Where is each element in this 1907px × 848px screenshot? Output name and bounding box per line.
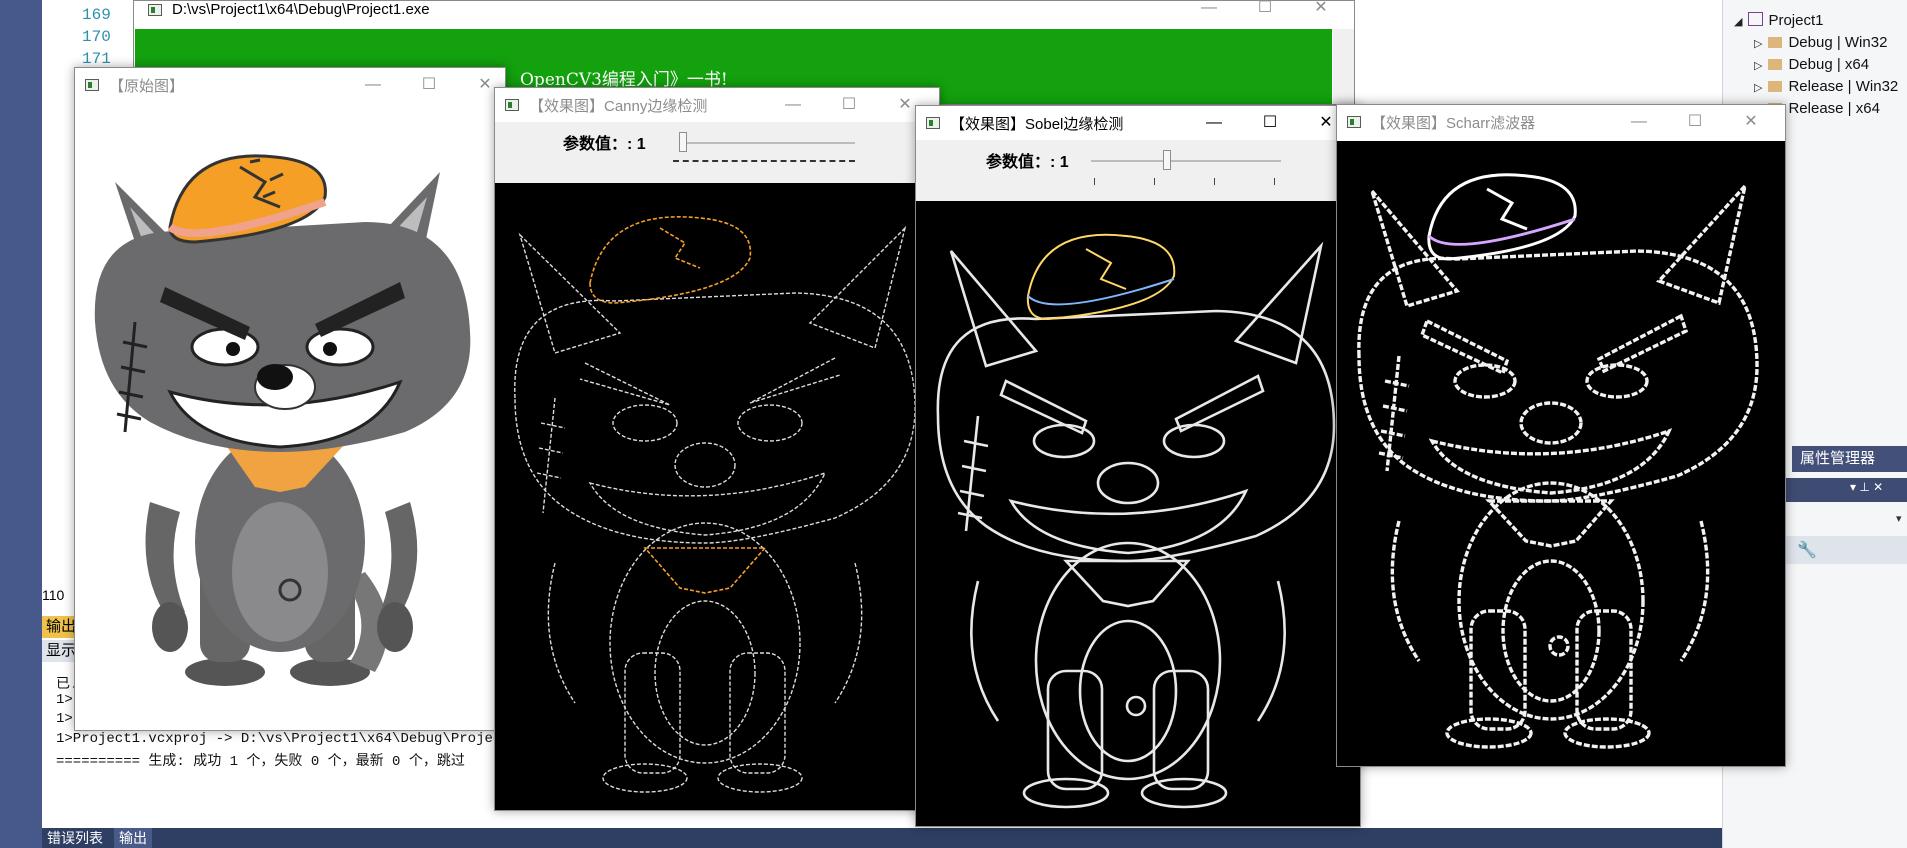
tree-item-config[interactable]: ▷ Release | Win32 — [1754, 78, 1898, 95]
tree-item-label: Release | Win32 — [1788, 78, 1899, 95]
wrench-icon[interactable]: 🔧 — [1797, 540, 1817, 560]
close-button[interactable]: ✕ — [1293, 0, 1349, 25]
minimize-button[interactable]: — — [345, 68, 401, 102]
window-title: 【原始图】 — [109, 78, 185, 95]
tab-output[interactable]: 输出 — [114, 828, 152, 848]
folder-icon — [1768, 37, 1783, 48]
console-scrollbar[interactable] — [1333, 29, 1354, 104]
trackbar-tick — [1214, 178, 1215, 185]
maximize-button[interactable]: ☐ — [1242, 106, 1298, 140]
minimize-button[interactable]: — — [1181, 0, 1237, 25]
trackbar-ticks — [673, 160, 855, 162]
collapse-icon[interactable]: ▷ — [1754, 38, 1762, 50]
window-titlebar[interactable]: 【原始图】 — ☐ ✕ — [75, 68, 505, 102]
trackbar-panel: 参数值：: 1 — [916, 140, 1360, 201]
collapse-icon[interactable]: ▷ — [1754, 60, 1762, 72]
tab-property-manager[interactable]: 属性管理器 — [1792, 446, 1907, 472]
ide-left-strip — [0, 0, 42, 848]
window-titlebar[interactable]: 【效果图】Canny边缘检测 — ☐ ✕ — [495, 88, 939, 122]
original-image — [75, 102, 505, 730]
window-titlebar[interactable]: 【效果图】Sobel边缘检测 — ☐ ✕ — [916, 106, 1360, 140]
trackbar-thumb[interactable] — [1163, 150, 1172, 170]
maximize-button[interactable]: ☐ — [401, 68, 457, 102]
canny-window[interactable]: 【效果图】Canny边缘检测 — ☐ ✕ 参数值：: 1 — [494, 87, 940, 811]
folder-icon — [1768, 59, 1783, 70]
scharr-image — [1337, 141, 1785, 766]
tree-item-label: Debug | x64 — [1788, 56, 1870, 73]
maximize-button[interactable]: ☐ — [821, 88, 877, 122]
original-image-window[interactable]: 【原始图】 — ☐ ✕ — [74, 67, 506, 731]
minimize-button[interactable]: — — [765, 88, 821, 122]
trackbar-thumb[interactable] — [679, 132, 687, 152]
window-title: 【效果图】Sobel边缘检测 — [950, 116, 1124, 133]
collapse-icon[interactable]: ▷ — [1754, 82, 1762, 94]
trackbar-tick — [1274, 178, 1275, 185]
window-titlebar[interactable]: 【效果图】Scharr滤波器 — ☐ ✕ — [1337, 105, 1785, 139]
trackbar-tick — [1094, 178, 1095, 185]
minimize-button[interactable]: — — [1186, 106, 1242, 140]
tree-item-config[interactable]: ▷ Debug | Win32 — [1754, 34, 1887, 51]
scharr-window[interactable]: 【效果图】Scharr滤波器 — ☐ ✕ — [1336, 104, 1786, 767]
window-title: 【效果图】Scharr滤波器 — [1371, 115, 1536, 132]
bottom-tab-bar: 错误列表 输出 — [42, 828, 1722, 848]
dropdown-icon[interactable]: ▾ — [1896, 512, 1902, 525]
tree-item-label: Debug | Win32 — [1788, 34, 1888, 51]
minimize-button[interactable]: — — [1611, 105, 1667, 139]
project-icon — [1748, 12, 1764, 26]
maximize-button[interactable]: ☐ — [1237, 0, 1293, 25]
output-line: 1>Project1.vcxproj -> D:\vs\Project1\x64… — [56, 731, 519, 747]
tree-item-label: Project1 — [1768, 12, 1824, 29]
expand-icon[interactable]: ◢ — [1734, 16, 1742, 28]
tab-error-list[interactable]: 错误列表 — [42, 828, 108, 848]
console-icon — [148, 4, 162, 16]
line-number: 170 — [82, 28, 111, 46]
window-icon — [926, 117, 940, 129]
trackbar[interactable] — [679, 142, 855, 144]
trackbar-tick — [1154, 178, 1155, 185]
tree-item-project1[interactable]: ◢ Project1 — [1734, 12, 1824, 29]
tree-item-label: Release | x64 — [1788, 100, 1880, 117]
wolf-illustration — [94, 154, 471, 686]
trackbar-panel: 参数值：: 1 — [495, 122, 939, 183]
output-line: 1> — [56, 692, 73, 708]
window-title: 【效果图】Canny边缘检测 — [529, 98, 708, 115]
tree-item-config[interactable]: ▷ Debug | x64 — [1754, 56, 1869, 73]
output-line: 1> — [56, 711, 73, 727]
console-title: D:\vs\Project1\x64\Debug\Project1.exe — [172, 1, 430, 18]
trackbar[interactable] — [1091, 160, 1281, 162]
canny-image — [495, 183, 939, 810]
param-label: 参数值：: 1 — [986, 154, 1069, 171]
sobel-image — [916, 201, 1360, 826]
maximize-button[interactable]: ☐ — [1667, 105, 1723, 139]
window-icon — [505, 99, 519, 111]
output-line: ========== 生成: 成功 1 个，失败 0 个，最新 0 个，跳过 — [56, 754, 465, 770]
window-icon — [85, 79, 99, 91]
folder-icon — [1768, 81, 1783, 92]
line-number: 169 — [82, 6, 111, 24]
line-number: 171 — [82, 50, 111, 68]
property-toolbar — [1786, 478, 1907, 502]
close-button[interactable]: ✕ — [1723, 105, 1779, 139]
param-label: 参数值：: 1 — [563, 136, 646, 153]
sobel-window[interactable]: 【效果图】Sobel边缘检测 — ☐ ✕ 参数值：: 1 — [915, 105, 1361, 827]
window-icon — [1347, 116, 1361, 128]
pin-icon[interactable]: ▾ ⊥ ✕ — [1850, 480, 1883, 494]
